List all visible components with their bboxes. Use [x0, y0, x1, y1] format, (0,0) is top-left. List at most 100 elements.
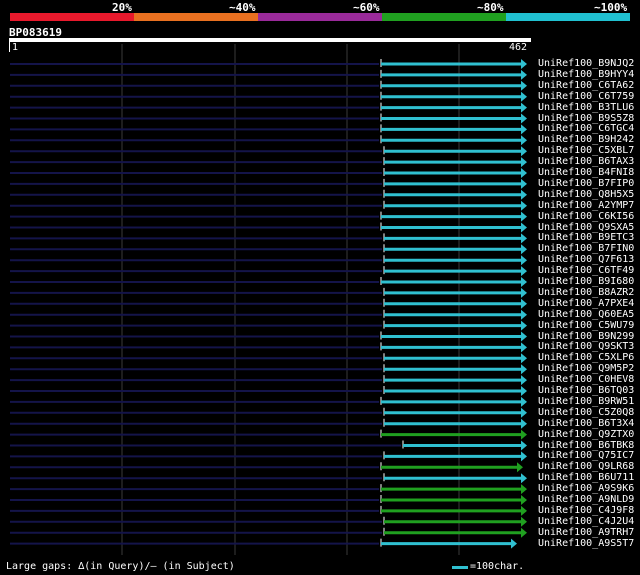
- hit-link[interactable]: UniRef100_Q9LR68: [538, 461, 634, 472]
- hit-label[interactable]: UniRef100_A7PXE4: [538, 298, 634, 309]
- hit-link[interactable]: UniRef100_B3TLU6: [538, 102, 634, 113]
- hit-arrow: [521, 429, 527, 440]
- hit-label[interactable]: UniRef100_B7FIP0: [538, 178, 634, 189]
- hit-label[interactable]: UniRef100_B6TAX3: [538, 156, 634, 167]
- gaps-legend: Large gaps: ∆(in Query)/– (in Subject): [6, 561, 235, 572]
- hit-label[interactable]: UniRef100_B6U711: [538, 472, 634, 483]
- hit-arrow: [521, 244, 527, 255]
- hit-link[interactable]: UniRef100_Q60EA5: [538, 309, 634, 320]
- scale-swatch: [452, 566, 468, 569]
- hit-label[interactable]: UniRef100_B8AZR2: [538, 287, 634, 298]
- hit-link[interactable]: UniRef100_C5WU79: [538, 320, 634, 331]
- hit-link[interactable]: UniRef100_B6TAX3: [538, 156, 634, 167]
- hit-arrow: [521, 113, 527, 124]
- hit-arrow: [521, 473, 527, 484]
- hit-label[interactable]: UniRef100_C5Z0Q8: [538, 407, 634, 418]
- hit-link[interactable]: UniRef100_C5XBL7: [538, 145, 634, 156]
- hit-label[interactable]: UniRef100_B9RW51: [538, 396, 634, 407]
- hit-label[interactable]: UniRef100_C4J2U4: [538, 516, 634, 527]
- hit-link[interactable]: UniRef100_C4J9F8: [538, 505, 634, 516]
- hit-label[interactable]: UniRef100_A2YMP7: [538, 200, 634, 211]
- hit-link[interactable]: UniRef100_B4FNI8: [538, 167, 634, 178]
- hit-label[interactable]: UniRef100_Q60EA5: [538, 309, 634, 320]
- hit-link[interactable]: UniRef100_A9S5T7: [538, 538, 634, 549]
- hit-link[interactable]: UniRef100_B8AZR2: [538, 287, 634, 298]
- hit-label[interactable]: UniRef100_B4FNI8: [538, 167, 634, 178]
- hit-link[interactable]: UniRef100_C6TF49: [538, 265, 634, 276]
- hit-label[interactable]: UniRef100_B9S5Z8: [538, 113, 634, 124]
- hit-label[interactable]: UniRef100_B9HYY4: [538, 69, 634, 80]
- hit-label[interactable]: UniRef100_C6T759: [538, 91, 634, 102]
- hit-label[interactable]: UniRef100_C6TA62: [538, 80, 634, 91]
- hit-label[interactable]: UniRef100_B6TQ03: [538, 385, 634, 396]
- hit-label[interactable]: UniRef100_Q75IC7: [538, 450, 634, 461]
- hit-link[interactable]: UniRef100_B9RW51: [538, 396, 634, 407]
- hit-label[interactable]: UniRef100_C5XLP6: [538, 352, 634, 363]
- hit-link[interactable]: UniRef100_C5Z0Q8: [538, 407, 634, 418]
- hit-label[interactable]: UniRef100_B6T3X4: [538, 418, 634, 429]
- hit-label[interactable]: UniRef100_B9N299: [538, 331, 634, 342]
- hit-arrow: [517, 462, 523, 473]
- hit-label[interactable]: UniRef100_B7FIN0: [538, 243, 634, 254]
- hit-link[interactable]: UniRef100_B6TBK8: [538, 440, 634, 451]
- hit-label[interactable]: UniRef100_C6KI56: [538, 211, 634, 222]
- hit-link[interactable]: UniRef100_B9I680: [538, 276, 634, 287]
- hit-link[interactable]: UniRef100_B9N299: [538, 331, 634, 342]
- hit-label[interactable]: UniRef100_C0HEV8: [538, 374, 634, 385]
- hit-arrow: [521, 102, 527, 113]
- hit-link[interactable]: UniRef100_Q9SXA5: [538, 222, 634, 233]
- hit-label[interactable]: UniRef100_A9S9K6: [538, 483, 634, 494]
- hit-link[interactable]: UniRef100_B9HYY4: [538, 69, 634, 80]
- hit-label[interactable]: UniRef100_B9NJQ2: [538, 58, 634, 69]
- hit-link[interactable]: UniRef100_B6U711: [538, 472, 634, 483]
- hit-label[interactable]: UniRef100_Q9M5P2: [538, 363, 634, 374]
- hit-link[interactable]: UniRef100_B9S5Z8: [538, 113, 634, 124]
- hit-label[interactable]: UniRef100_Q8H5X5: [538, 189, 634, 200]
- hit-label[interactable]: UniRef100_C6TF49: [538, 265, 634, 276]
- hit-link[interactable]: UniRef100_Q9M5P2: [538, 363, 634, 374]
- hit-link[interactable]: UniRef100_B9NJQ2: [538, 58, 634, 69]
- hit-link[interactable]: UniRef100_A9TRH7: [538, 527, 634, 538]
- hit-link[interactable]: UniRef100_B7FIP0: [538, 178, 634, 189]
- hit-label[interactable]: UniRef100_A9S5T7: [538, 538, 634, 549]
- hit-link[interactable]: UniRef100_Q7F613: [538, 254, 634, 265]
- hit-link[interactable]: UniRef100_B9H242: [538, 134, 634, 145]
- hit-label[interactable]: UniRef100_Q9SXA5: [538, 222, 634, 233]
- hit-link[interactable]: UniRef100_B9ETC3: [538, 232, 634, 243]
- hit-label[interactable]: UniRef100_B6TBK8: [538, 440, 634, 451]
- hit-label[interactable]: UniRef100_Q9ZTX0: [538, 429, 634, 440]
- hit-link[interactable]: UniRef100_A9NLD9: [538, 494, 634, 505]
- hit-link[interactable]: UniRef100_A2YMP7: [538, 200, 634, 211]
- hit-link[interactable]: UniRef100_B6T3X4: [538, 418, 634, 429]
- hit-label[interactable]: UniRef100_Q9SKT3: [538, 341, 634, 352]
- hit-label[interactable]: UniRef100_A9TRH7: [538, 527, 634, 538]
- hit-label[interactable]: UniRef100_B9ETC3: [538, 232, 634, 243]
- hit-link[interactable]: UniRef100_Q9SKT3: [538, 341, 634, 352]
- hit-label[interactable]: UniRef100_B9I680: [538, 276, 634, 287]
- hit-link[interactable]: UniRef100_Q75IC7: [538, 450, 634, 461]
- hit-label[interactable]: UniRef100_B9H242: [538, 134, 634, 145]
- hit-link[interactable]: UniRef100_C4J2U4: [538, 516, 634, 527]
- hit-link[interactable]: UniRef100_C6TA62: [538, 80, 634, 91]
- hit-link[interactable]: UniRef100_Q8H5X5: [538, 189, 634, 200]
- hit-link[interactable]: UniRef100_A7PXE4: [538, 298, 634, 309]
- hit-link[interactable]: UniRef100_A9S9K6: [538, 483, 634, 494]
- hit-label[interactable]: UniRef100_Q9LR68: [538, 461, 634, 472]
- hit-link[interactable]: UniRef100_B7FIN0: [538, 243, 634, 254]
- hit-label[interactable]: UniRef100_A9NLD9: [538, 494, 634, 505]
- hit-label[interactable]: UniRef100_C4J9F8: [538, 505, 634, 516]
- hit-arrow: [521, 124, 527, 135]
- hit-link[interactable]: UniRef100_B6TQ03: [538, 385, 634, 396]
- hit-label[interactable]: UniRef100_B3TLU6: [538, 102, 634, 113]
- hit-link[interactable]: UniRef100_C5XLP6: [538, 352, 634, 363]
- hit-arrow: [521, 375, 527, 386]
- hit-label[interactable]: UniRef100_C5WU79: [538, 320, 634, 331]
- hit-link[interactable]: UniRef100_C6T759: [538, 91, 634, 102]
- hit-label[interactable]: UniRef100_C6TGC4: [538, 123, 634, 134]
- hit-link[interactable]: UniRef100_C6TGC4: [538, 123, 634, 134]
- hit-link[interactable]: UniRef100_Q9ZTX0: [538, 429, 634, 440]
- hit-link[interactable]: UniRef100_C6KI56: [538, 211, 634, 222]
- hit-label[interactable]: UniRef100_Q7F613: [538, 254, 634, 265]
- hit-link[interactable]: UniRef100_C0HEV8: [538, 374, 634, 385]
- hit-label[interactable]: UniRef100_C5XBL7: [538, 145, 634, 156]
